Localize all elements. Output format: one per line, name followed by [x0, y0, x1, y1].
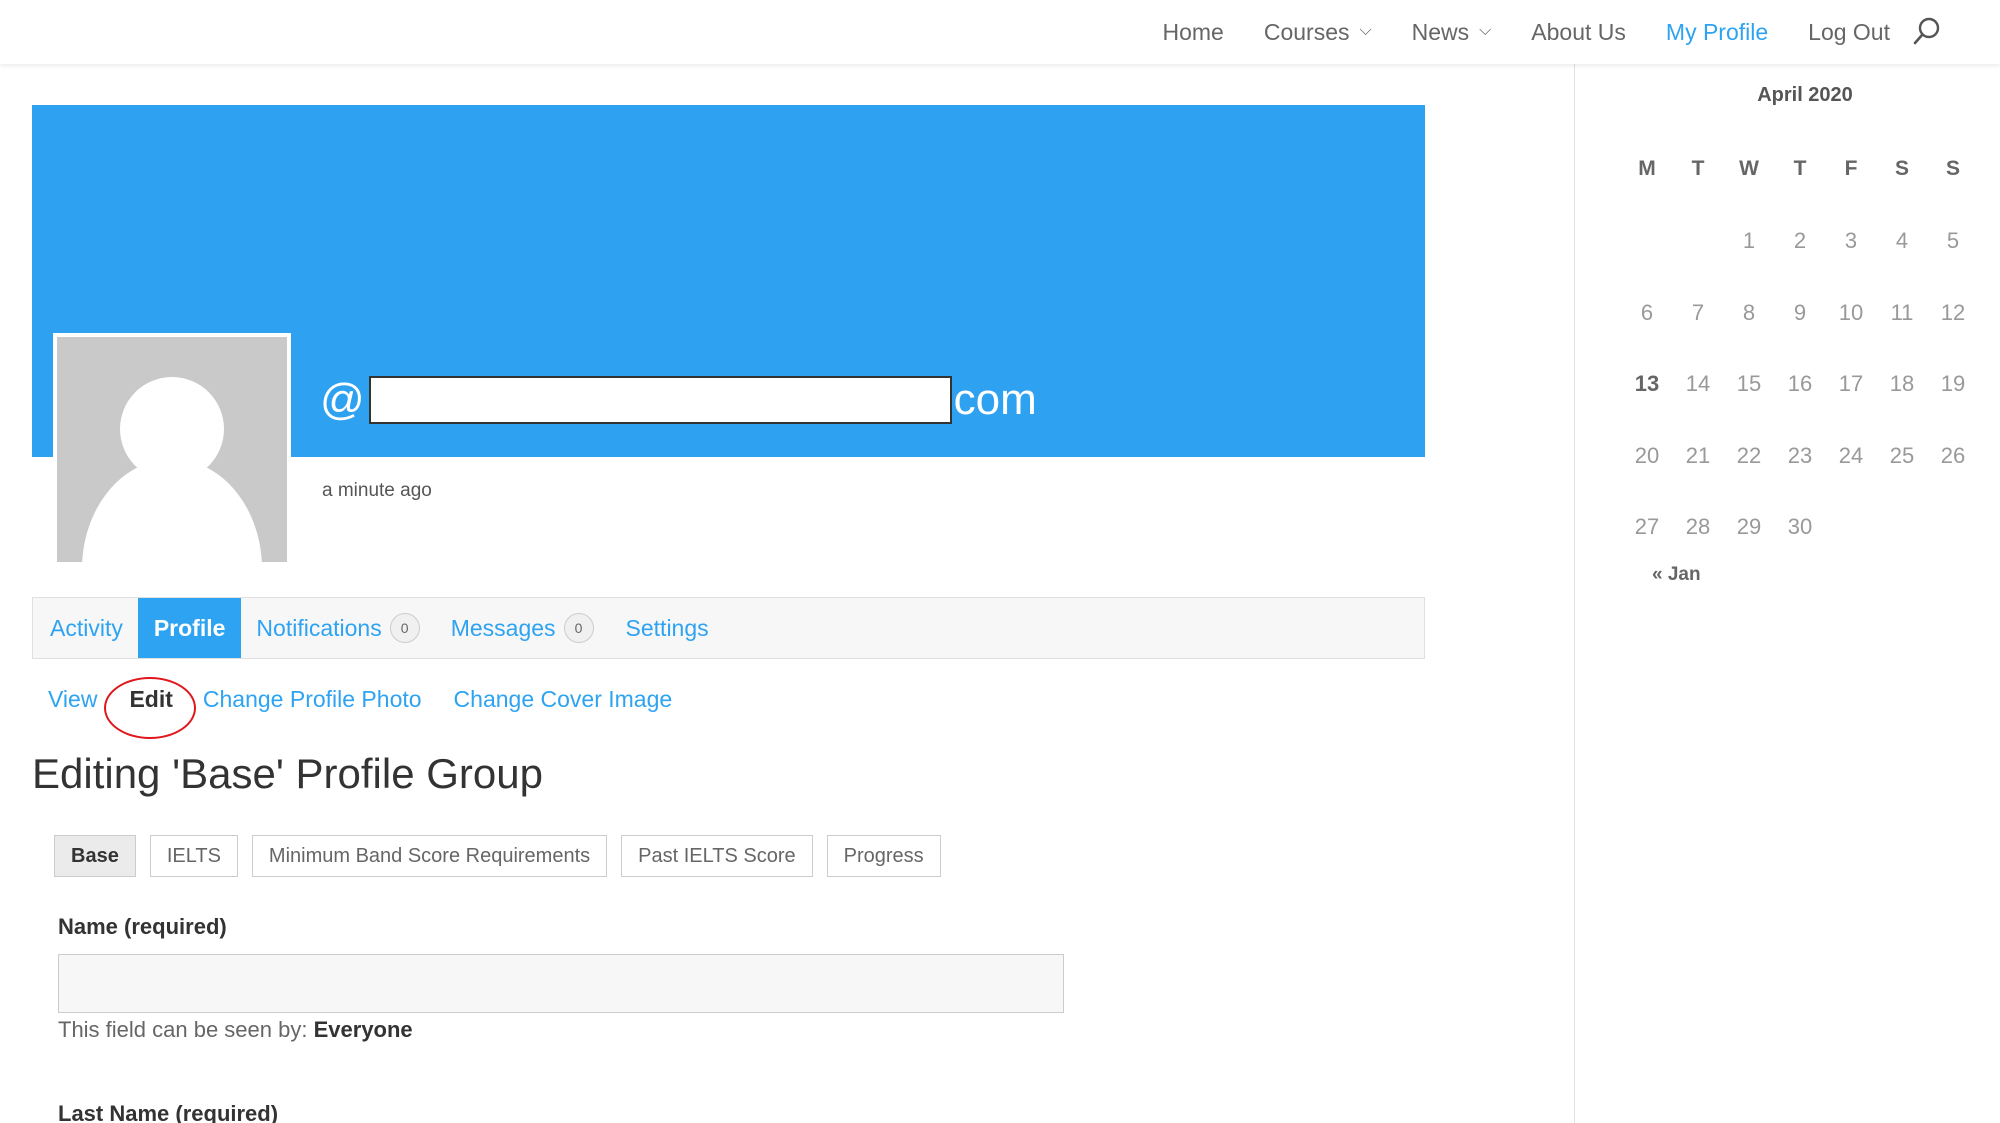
nav-home[interactable]: Home	[1162, 19, 1223, 46]
nav-about-us[interactable]: About Us	[1531, 19, 1626, 46]
calendar-day: 20	[1634, 443, 1660, 468]
subnav-change-cover-image[interactable]: Change Cover Image	[454, 686, 673, 713]
tab-label: Activity	[50, 614, 123, 641]
nav-label: Home	[1162, 18, 1224, 45]
nav-label: Log Out	[1808, 18, 1890, 45]
subnav-view[interactable]: View	[48, 686, 97, 713]
subnav-change-profile-photo[interactable]: Change Profile Photo	[203, 686, 422, 713]
name-field[interactable]	[58, 954, 1064, 1013]
calendar-day: 8	[1742, 300, 1756, 325]
chevron-down-icon: ⌵	[1479, 22, 1492, 39]
tab-profile[interactable]: Profile	[137, 598, 242, 658]
group-tab-past-ielts-score[interactable]: Past IELTS Score	[621, 835, 813, 877]
calendar-day: 14	[1685, 371, 1711, 396]
nav-label: Courses	[1263, 18, 1350, 45]
calendar-day: 3	[1844, 228, 1858, 253]
calendar-weekday: S	[1894, 157, 1909, 180]
nav-courses[interactable]: Courses ⌵	[1264, 19, 1372, 46]
calendar-widget: April 2020 M T W T F S S 1 2 3 4 5 6 7 8 9 10 11 12 13 14 15 1…	[1622, 84, 1972, 539]
calendar-day: 6	[1640, 300, 1654, 325]
group-tab-progress[interactable]: Progress	[826, 835, 941, 877]
calendar-weekday: F	[1844, 157, 1858, 180]
nav-news[interactable]: News ⌵	[1412, 19, 1492, 46]
calendar-prev-link[interactable]: « Jan	[1652, 564, 1701, 586]
message-count-badge: 0	[563, 613, 594, 643]
calendar-day: 21	[1685, 443, 1711, 468]
calendar-day: 2	[1793, 228, 1807, 253]
handle-suffix: com	[953, 375, 1037, 424]
avatar[interactable]	[53, 333, 291, 566]
calendar-day: 24	[1838, 443, 1864, 468]
group-tab-base[interactable]: Base	[54, 835, 136, 877]
calendar-day: 7	[1691, 300, 1705, 325]
calendar-day: 10	[1838, 300, 1864, 325]
calendar-day: 9	[1793, 300, 1807, 325]
nav-log-out[interactable]: Log Out	[1808, 19, 1890, 46]
calendar-day: 23	[1787, 443, 1813, 468]
tab-notifications[interactable]: Notifications 0	[241, 598, 434, 658]
notification-count-badge: 0	[389, 613, 420, 643]
default-avatar-icon	[57, 337, 287, 562]
tab-label: Settings	[625, 614, 709, 641]
page-title: Editing 'Base' Profile Group	[32, 750, 543, 797]
last-name-field-label: Last Name (required)	[58, 1101, 279, 1123]
site-header: Home Courses ⌵ News ⌵ About Us My Profile …	[0, 0, 2000, 64]
nav-label: News	[1411, 18, 1470, 45]
calendar-day: 26	[1940, 443, 1966, 468]
calendar-day: 30	[1787, 514, 1813, 539]
calendar-day: 28	[1685, 514, 1711, 539]
last-active: a minute ago	[322, 480, 432, 501]
calendar-day: 13	[1634, 371, 1660, 396]
sidebar-divider	[1574, 64, 1575, 1123]
subnav-edit[interactable]: Edit	[129, 686, 172, 713]
calendar-weekday: T	[1691, 157, 1705, 180]
calendar-day: 15	[1736, 371, 1762, 396]
calendar-day: 12	[1940, 300, 1966, 325]
calendar-day: 5	[1946, 228, 1960, 253]
tab-settings[interactable]: Settings	[609, 598, 724, 658]
calendar-day: 18	[1889, 371, 1915, 396]
group-tab-ielts[interactable]: IELTS	[149, 835, 238, 877]
calendar-weekday: M	[1638, 157, 1656, 180]
profile-subnav: View Edit Change Profile Photo Change Co…	[48, 686, 704, 713]
calendar-day: 1	[1742, 228, 1756, 253]
main-nav: Home Courses ⌵ News ⌵ About Us My Profile …	[1122, 0, 1890, 64]
nav-label: About Us	[1531, 18, 1626, 45]
calendar-day: 16	[1787, 371, 1813, 396]
profile-handle: @ com	[320, 375, 1037, 425]
redacted-box	[368, 376, 952, 424]
calendar-title: April 2020	[1757, 84, 1853, 106]
group-tab-minimum-band-score[interactable]: Minimum Band Score Requirements	[251, 835, 608, 877]
visibility-value[interactable]: Everyone	[314, 1017, 413, 1042]
tab-label: Notifications	[256, 614, 382, 641]
handle-prefix: @	[320, 375, 365, 424]
calendar-weekday: T	[1793, 157, 1807, 180]
calendar-day: 27	[1634, 514, 1660, 539]
field-visibility: This field can be seen by: Everyone	[58, 1017, 413, 1043]
calendar-day: 17	[1838, 371, 1864, 396]
tab-label: Profile	[153, 614, 226, 641]
calendar-weekday: W	[1739, 157, 1759, 180]
nav-my-profile[interactable]: My Profile	[1666, 19, 1768, 46]
nav-label: My Profile	[1665, 18, 1769, 45]
chevron-down-icon: ⌵	[1359, 22, 1372, 39]
tab-label: Messages	[450, 614, 556, 641]
tab-messages[interactable]: Messages 0	[435, 598, 609, 658]
calendar-day: 4	[1895, 228, 1909, 253]
calendar-day: 29	[1736, 514, 1762, 539]
search-icon[interactable]	[1912, 16, 1942, 48]
calendar-day: 11	[1890, 300, 1914, 325]
name-field-label: Name (required)	[58, 914, 227, 939]
calendar-day: 22	[1736, 443, 1762, 468]
tab-activity[interactable]: Activity	[33, 598, 138, 658]
calendar-day: 19	[1940, 371, 1966, 396]
visibility-prefix: This field can be seen by:	[58, 1017, 308, 1042]
profile-tabs: Activity Profile Notifications 0 Messages…	[32, 597, 1425, 659]
calendar-day: 25	[1889, 443, 1915, 468]
calendar-weekday: S	[1945, 157, 1960, 180]
profile-group-tabs: Base IELTS Minimum Band Score Requiremen…	[54, 835, 941, 877]
